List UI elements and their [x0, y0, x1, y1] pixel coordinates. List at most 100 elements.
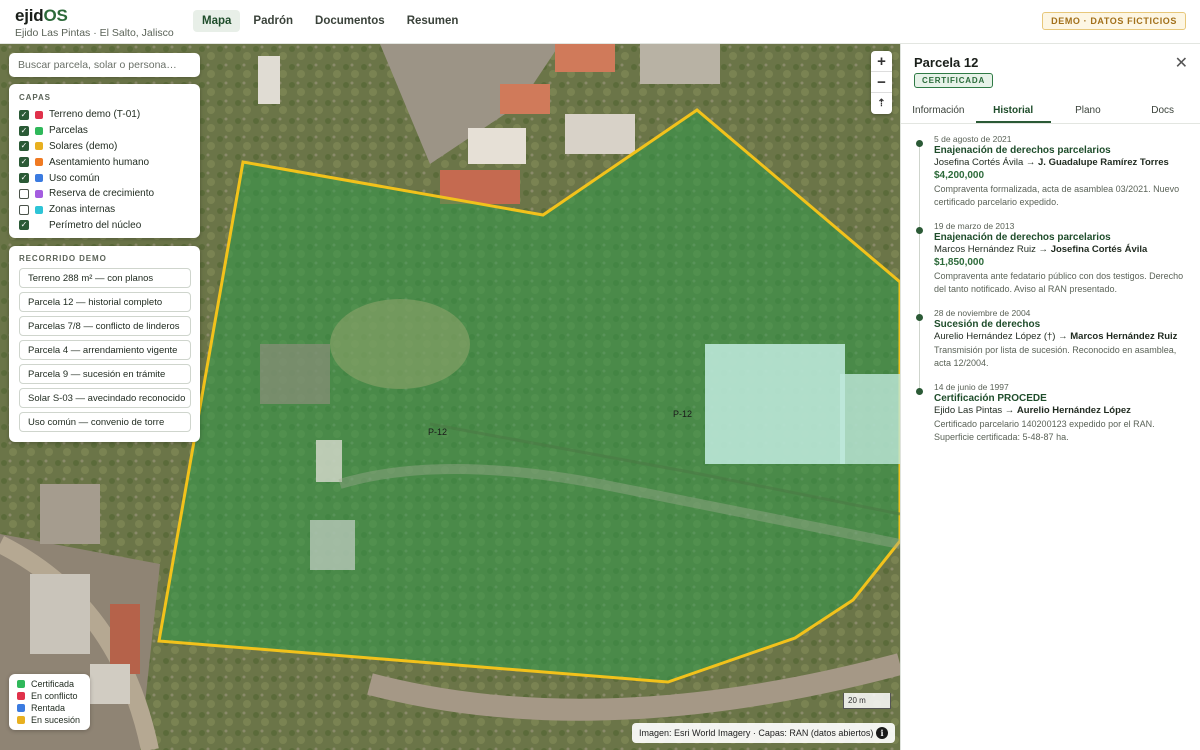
layer-label: Reserva de crecimiento — [49, 188, 155, 200]
timeline-event: 5 de agosto de 2021 Enajenación de derec… — [916, 134, 1192, 208]
layer-label: Terreno demo (T-01) — [49, 109, 141, 121]
event-date: 19 de marzo de 2013 — [934, 221, 1015, 231]
app-logo: ejidOS — [15, 6, 68, 25]
attribution: Imagen: Esri World Imagery · Capas: RAN … — [632, 723, 895, 743]
layer-solares[interactable]: ✓ Solares (demo) — [19, 139, 190, 155]
map-view[interactable]: P-12 P-12 Buscar parcela, solar o person… — [0, 44, 900, 750]
legend-label: Certificada — [31, 679, 75, 689]
event-note: Compraventa ante fedatario público con d… — [934, 271, 1184, 294]
checkbox[interactable]: ✓ — [19, 220, 29, 231]
color-swatch — [35, 205, 43, 214]
layer-label: Uso común — [49, 172, 100, 184]
tab-docs[interactable]: Docs — [1125, 98, 1200, 123]
event-parties: Marcos Hernández Ruiz → Josefina Cortés … — [934, 244, 1148, 255]
parcel-label[interactable]: P-12 — [673, 409, 692, 419]
tour-button[interactable]: Parcela 4 — arrendamiento vigente — [19, 340, 191, 360]
zoom-out-button[interactable]: − — [871, 72, 892, 93]
layer-zonas-internas[interactable]: Zonas internas — [19, 202, 190, 218]
event-date: 14 de junio de 1997 — [934, 382, 1009, 392]
layer-uso-comun[interactable]: ✓ Uso común — [19, 170, 190, 186]
detail-tabs: Información Historial Plano Docs — [901, 98, 1200, 124]
layers-title: CAPAS — [19, 93, 51, 102]
main-nav: Mapa Padrón Documentos Resumen — [193, 10, 467, 32]
checkbox[interactable] — [19, 204, 29, 215]
color-swatch — [35, 158, 43, 167]
timeline-line — [919, 143, 920, 391]
color-swatch — [35, 221, 43, 229]
demo-badge: DEMO · DATOS FICTICIOS — [1042, 12, 1186, 30]
tab-historial[interactable]: Historial — [975, 98, 1051, 123]
event-title: Enajenación de derechos parcelarios — [934, 145, 1111, 156]
layer-label: Zonas internas — [49, 204, 116, 216]
color-swatch — [35, 174, 43, 183]
color-swatch — [35, 110, 43, 119]
legend-item: Rentada — [17, 702, 82, 714]
tour-button[interactable]: Parcelas 7/8 — conflicto de linderos — [19, 316, 191, 336]
checkbox[interactable]: ✓ — [19, 141, 29, 152]
tour-button[interactable]: Parcela 12 — historial completo — [19, 292, 191, 312]
color-swatch — [17, 680, 25, 688]
event-title: Certificación PROCEDE — [934, 393, 1047, 404]
info-icon[interactable]: i — [876, 727, 888, 739]
color-swatch — [35, 189, 43, 198]
timeline-dot — [916, 227, 923, 234]
zoom-controls: + − ⇡ — [871, 51, 892, 114]
layer-terreno-demo[interactable]: ✓ Terreno demo (T-01) — [19, 107, 190, 123]
attribution-text: Imagen: Esri World Imagery · Capas: RAN … — [639, 728, 874, 738]
tour-button[interactable]: Parcela 9 — sucesión en trámite — [19, 364, 191, 384]
layers-panel: CAPAS ✓ Terreno demo (T-01) ✓ Parcelas ✓ So… — [9, 84, 200, 238]
event-date: 28 de noviembre de 2004 — [934, 308, 1031, 318]
event-parties: Josefina Cortés Ávila → J. Guadalupe Ram… — [934, 157, 1169, 168]
event-parties: Ejido Las Pintas → Aurelio Hernández Lóp… — [934, 405, 1131, 416]
tour-button[interactable]: Uso común — convenio de torre — [19, 412, 191, 432]
event-parties: Aurelio Hernández López (†) → Marcos Her… — [934, 331, 1178, 342]
event-note: Certificado parcelario 140200123 expedid… — [934, 419, 1155, 442]
status-legend: Certificada En conflicto Rentada En suce… — [9, 674, 90, 730]
legend-label: En conflicto — [31, 691, 78, 701]
layer-perimetro[interactable]: ✓ Perímetro del núcleo — [19, 218, 190, 234]
layer-asentamiento[interactable]: ✓ Asentamiento humano — [19, 154, 190, 170]
nav-resumen[interactable]: Resumen — [398, 10, 468, 32]
brand[interactable]: ejidOS Ejido Las Pintas · El Salto, Jali… — [15, 6, 174, 39]
timeline-dot — [916, 314, 923, 321]
legend-label: En sucesión — [31, 715, 81, 725]
layer-label: Parcelas — [49, 125, 88, 137]
layer-label: Solares (demo) — [49, 140, 118, 152]
tab-plano[interactable]: Plano — [1051, 98, 1126, 123]
search-input[interactable]: Buscar parcela, solar o persona… — [9, 53, 200, 77]
timeline-event: 28 de noviembre de 2004 Sucesión de dere… — [916, 308, 1192, 369]
legend-item: En conflicto — [17, 690, 82, 702]
timeline-event: 19 de marzo de 2013 Enajenación de derec… — [916, 221, 1192, 295]
event-title: Enajenación de derechos parcelarios — [934, 232, 1111, 243]
color-swatch — [17, 704, 25, 712]
reset-north-icon[interactable]: ⇡ — [871, 93, 892, 114]
color-swatch — [17, 716, 25, 724]
timeline-event: 14 de junio de 1997 Certificación PROCED… — [916, 382, 1192, 443]
checkbox[interactable] — [19, 188, 29, 199]
nav-padron[interactable]: Padrón — [244, 10, 302, 32]
event-date: 5 de agosto de 2021 — [934, 134, 1012, 144]
tour-title: RECORRIDO DEMO — [19, 254, 107, 263]
zoom-in-button[interactable]: + — [871, 51, 892, 72]
nav-documentos[interactable]: Documentos — [306, 10, 394, 32]
layer-parcelas[interactable]: ✓ Parcelas — [19, 123, 190, 139]
legend-label: Rentada — [31, 703, 66, 713]
checkbox[interactable]: ✓ — [19, 109, 29, 120]
checkbox[interactable]: ✓ — [19, 125, 29, 136]
close-icon[interactable]: ✕ — [1175, 53, 1188, 73]
event-title: Sucesión de derechos — [934, 319, 1041, 330]
parcel-title: Parcela 12 — [914, 55, 979, 70]
checkbox[interactable]: ✓ — [19, 157, 29, 168]
legend-item: Certificada — [17, 678, 82, 690]
nav-mapa[interactable]: Mapa — [193, 10, 241, 32]
tour-button[interactable]: Solar S-03 — avecindado reconocido — [19, 388, 191, 408]
parcel-label[interactable]: P-12 — [428, 427, 447, 437]
tab-informacion[interactable]: Información — [901, 98, 976, 123]
tour-button[interactable]: Terreno 288 m² — con planos — [19, 268, 191, 288]
legend-item: En sucesión — [17, 714, 82, 726]
layer-reserva[interactable]: Reserva de crecimiento — [19, 186, 190, 202]
ejido-subtitle: Ejido Las Pintas · El Salto, Jalisco — [15, 27, 174, 39]
timeline-dot — [916, 388, 923, 395]
event-note: Transmisión por lista de sucesión. Recon… — [934, 345, 1177, 368]
checkbox[interactable]: ✓ — [19, 173, 29, 184]
